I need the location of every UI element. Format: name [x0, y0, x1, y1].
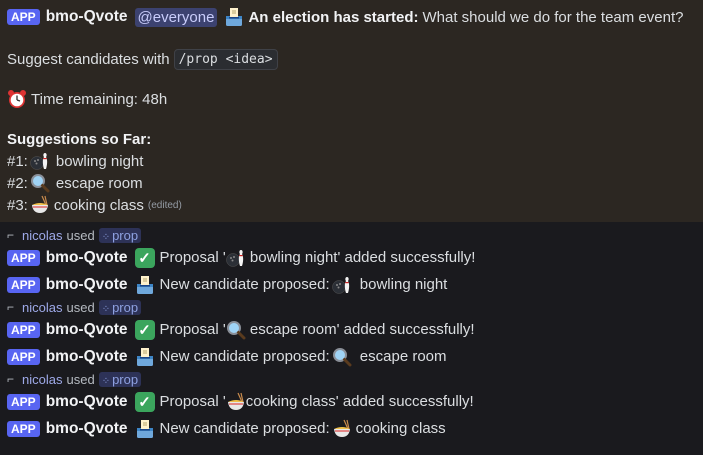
reply-used-text: used: [66, 227, 95, 243]
suggestion-item: #2: escape room: [7, 172, 693, 194]
suggest-text: Suggest candidates with: [7, 50, 170, 68]
check-mark-icon: ✓: [134, 391, 155, 412]
bot-username[interactable]: bmo-Qvote: [46, 321, 128, 339]
suggestion-item: #1: bowling night: [7, 150, 693, 172]
bot-username[interactable]: bmo-Qvote: [46, 8, 128, 26]
reply-username[interactable]: nicolas: [22, 372, 62, 387]
candidate-item: escape room: [355, 348, 447, 365]
bowling-icon: [30, 151, 50, 171]
candidate-text: New candidate proposed:: [159, 420, 330, 437]
command-icon: ⁘: [101, 303, 111, 315]
reply-username[interactable]: nicolas: [22, 228, 62, 243]
magnifier-icon: [30, 173, 50, 193]
app-badge: APP: [7, 420, 40, 437]
slash-command-chip[interactable]: ⁘ prop: [98, 227, 142, 243]
reply-arrow-icon: ⌐: [7, 372, 15, 386]
proposal-suffix: ' added successfully!: [336, 321, 475, 338]
reply-used-text: used: [66, 371, 95, 387]
candidate-message: APP bmo-Qvote New candidate proposed: bo…: [0, 271, 703, 298]
proposal-text: Proposal ': [159, 321, 226, 338]
command-icon: ⁘: [101, 231, 111, 243]
suggestion-item: #3: cooking class (edited): [7, 194, 693, 216]
proposal-item: escape room: [245, 321, 337, 338]
app-badge: APP: [7, 276, 40, 293]
ballot-box-icon: [135, 275, 155, 295]
magnifier-icon: [332, 347, 352, 367]
candidate-item: cooking class: [355, 420, 446, 437]
election-announcement: APP bmo-Qvote @everyone An election has …: [0, 0, 703, 222]
candidate-message: APP bmo-Qvote New candidate proposed: co…: [0, 415, 703, 442]
reply-used-text: used: [66, 299, 95, 315]
noodle-bowl-icon: [226, 392, 246, 412]
election-headline: An election has started:: [248, 8, 419, 26]
ballot-box-icon: [135, 347, 155, 367]
bot-username[interactable]: bmo-Qvote: [46, 420, 128, 438]
bot-username[interactable]: bmo-Qvote: [46, 348, 128, 366]
app-badge: APP: [7, 321, 40, 338]
command-reply-header: ⌐ nicolas used ⁘ prop: [0, 226, 703, 244]
magnifier-icon: [226, 320, 246, 340]
bowling-icon: [332, 275, 352, 295]
suggestion-number: #1:: [7, 152, 28, 170]
check-mark-icon: ✓: [134, 247, 155, 268]
reply-arrow-icon: ⌐: [7, 300, 15, 314]
reply-arrow-icon: ⌐: [7, 228, 15, 242]
app-badge: APP: [7, 249, 40, 266]
app-badge: APP: [7, 9, 40, 25]
election-question: What should we do for the team event?: [422, 8, 684, 26]
slash-command-chip[interactable]: ⁘ prop: [98, 299, 142, 315]
ballot-box-icon: [224, 7, 244, 27]
reply-username[interactable]: nicolas: [22, 300, 62, 315]
command-name: prop: [112, 227, 139, 243]
app-badge: APP: [7, 393, 40, 410]
suggestion-number: #2:: [7, 174, 28, 192]
ballot-box-icon: [135, 419, 155, 439]
suggestion-text: cooking class: [53, 196, 144, 214]
proposal-suffix: ' added successfully!: [337, 249, 476, 266]
slash-command-chip[interactable]: ⁘ prop: [98, 371, 142, 387]
bowling-icon: [226, 248, 246, 268]
edited-label: (edited): [147, 199, 182, 211]
bot-username[interactable]: bmo-Qvote: [46, 249, 128, 267]
time-remaining: Time remaining: 48h: [31, 90, 168, 108]
suggestion-number: #3:: [7, 196, 28, 214]
candidate-text: New candidate proposed:: [159, 276, 330, 293]
success-message: APP bmo-Qvote ✓ Proposal ' bowling night…: [0, 244, 703, 271]
suggestion-text: bowling night: [55, 152, 144, 170]
proposal-suffix: ' added successfully!: [335, 393, 474, 410]
check-mark-icon: ✓: [134, 319, 155, 340]
bot-username[interactable]: bmo-Qvote: [46, 393, 128, 411]
command-icon: ⁘: [101, 375, 111, 387]
proposal-item: bowling night: [245, 249, 338, 266]
command-name: prop: [112, 371, 139, 387]
bot-username[interactable]: bmo-Qvote: [46, 276, 128, 294]
success-message: APP bmo-Qvote ✓ Proposal ' escape room '…: [0, 316, 703, 343]
command-reply-header: ⌐ nicolas used ⁘ prop: [0, 370, 703, 388]
suggestion-text: escape room: [55, 174, 143, 192]
proposal-item: cooking class: [245, 393, 336, 410]
proposal-text: Proposal ': [159, 249, 226, 266]
candidate-message: APP bmo-Qvote New candidate proposed: es…: [0, 343, 703, 370]
command-reply-header: ⌐ nicolas used ⁘ prop: [0, 298, 703, 316]
command-name: prop: [112, 299, 139, 315]
alarm-clock-icon: [7, 89, 27, 109]
noodle-bowl-icon: [30, 195, 50, 215]
suggestions-title: Suggestions so Far:: [7, 130, 152, 148]
candidate-text: New candidate proposed:: [159, 348, 330, 365]
proposal-text: Proposal ': [159, 393, 226, 410]
candidate-item: bowling night: [355, 276, 448, 293]
noodle-bowl-icon: [332, 419, 352, 439]
prop-command-code: /prop <idea>: [173, 48, 278, 70]
app-badge: APP: [7, 348, 40, 365]
everyone-mention[interactable]: @everyone: [134, 7, 218, 27]
success-message: APP bmo-Qvote ✓ Proposal ' cooking class…: [0, 388, 703, 415]
